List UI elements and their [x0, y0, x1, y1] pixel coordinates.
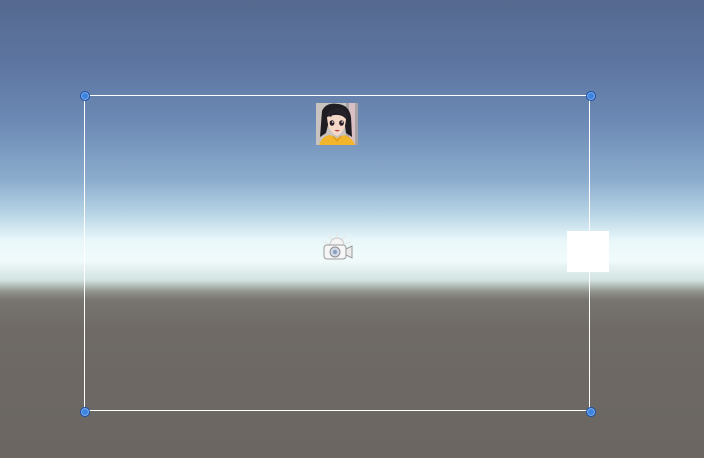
- rect-handle-top-right[interactable]: [586, 91, 596, 101]
- camera-icon: [323, 232, 353, 260]
- anime-girl-sprite[interactable]: [316, 103, 358, 145]
- white-square[interactable]: [567, 231, 609, 272]
- sprite-image: [316, 103, 358, 145]
- rect-handle-bottom-right[interactable]: [586, 407, 596, 417]
- scene-view[interactable]: [0, 0, 704, 458]
- rect-handle-top-left[interactable]: [80, 91, 90, 101]
- camera-light-gizmo-icon[interactable]: [320, 232, 354, 262]
- rect-handle-bottom-left[interactable]: [80, 407, 90, 417]
